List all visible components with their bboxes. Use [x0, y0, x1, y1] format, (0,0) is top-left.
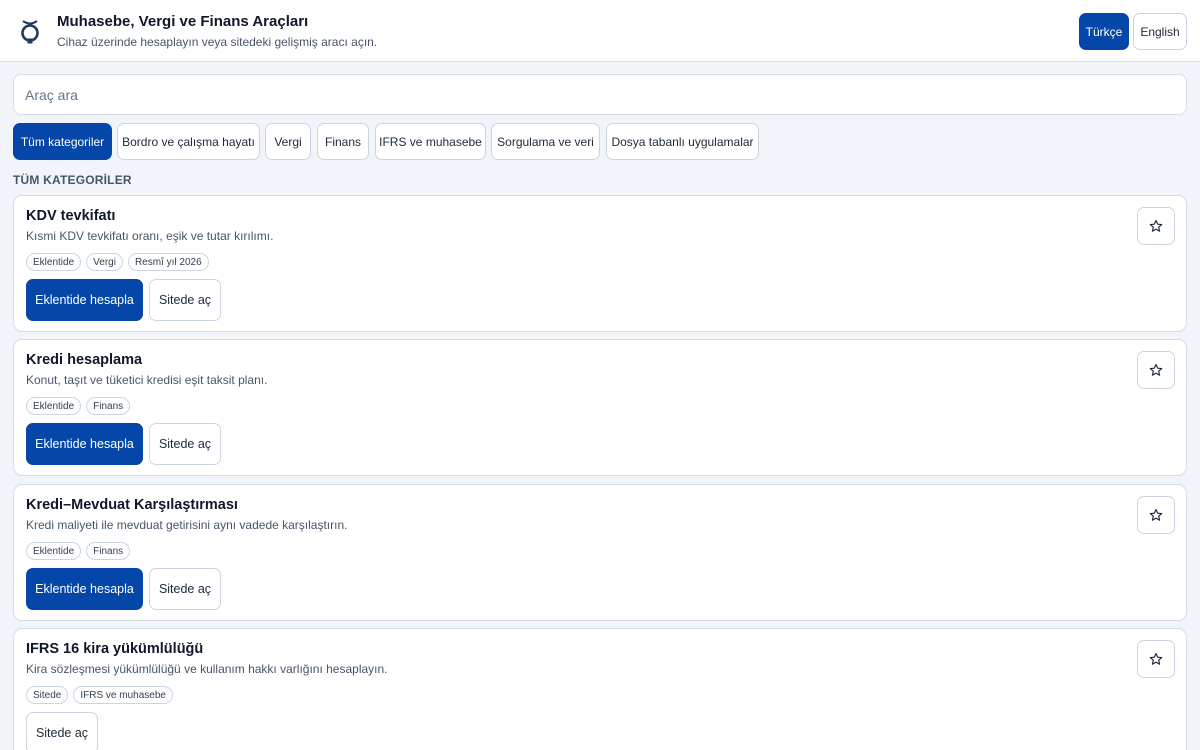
tag-badge: Vergi	[86, 253, 123, 271]
star-icon	[1149, 219, 1163, 232]
brand-logo-icon	[21, 20, 39, 44]
calculate-in-extension-button[interactable]: Eklentide hesapla	[26, 279, 143, 321]
tag-badge: Sitede	[26, 686, 69, 704]
open-on-site-button[interactable]: Sitede aç	[149, 423, 221, 465]
open-on-site-button[interactable]: Sitede aç	[149, 279, 221, 321]
tool-description: Konut, taşıt ve tüketici kredisi eşit ta…	[26, 373, 268, 387]
tool-tags: Eklentide Finans	[26, 542, 131, 560]
favorite-button[interactable]	[1137, 207, 1175, 245]
open-on-site-button[interactable]: Sitede aç	[149, 568, 221, 610]
tag-badge: Finans	[86, 397, 131, 415]
star-icon	[1149, 363, 1163, 376]
tool-title: IFRS 16 kira yükümlülüğü	[26, 641, 204, 657]
tool-card: IFRS 16 kira yükümlülüğü Kira sözleşmesi…	[13, 628, 1187, 750]
tag-badge: Resmî yıl 2026	[127, 253, 209, 271]
tool-card: KDV tevkifatı Kısmi KDV tevkifatı oranı,…	[13, 195, 1187, 332]
tool-title: Kredi–Mevduat Karşılaştırması	[26, 497, 238, 513]
app-subtitle: Cihaz üzerinde hesaplayın veya sitedeki …	[57, 35, 378, 49]
tag-badge: Finans	[86, 542, 131, 560]
favorite-button[interactable]	[1137, 640, 1175, 678]
category-chip-ifrs[interactable]: IFRS ve muhasebe	[375, 123, 486, 160]
app-title: Muhasebe, Vergi ve Finans Araçları	[57, 13, 309, 30]
app-header: Muhasebe, Vergi ve Finans Araçları Cihaz…	[0, 0, 1200, 62]
search-input[interactable]	[13, 74, 1187, 115]
tag-badge: IFRS ve muhasebe	[73, 686, 173, 704]
calculate-in-extension-button[interactable]: Eklentide hesapla	[26, 423, 143, 465]
tool-title: KDV tevkifatı	[26, 208, 116, 224]
star-icon	[1149, 508, 1163, 521]
tool-card: Kredi hesaplama Konut, taşıt ve tüketici…	[13, 339, 1187, 476]
tool-card: Kredi–Mevduat Karşılaştırması Kredi mali…	[13, 484, 1187, 621]
category-chip-all[interactable]: Tüm kategoriler	[13, 123, 112, 160]
category-chip-tax[interactable]: Vergi	[265, 123, 311, 160]
tool-title: Kredi hesaplama	[26, 352, 143, 368]
category-chip-payroll[interactable]: Bordro ve çalışma hayatı	[117, 123, 260, 160]
tag-badge: Eklentide	[26, 397, 82, 415]
calculate-in-extension-button[interactable]: Eklentide hesapla	[26, 568, 143, 610]
open-on-site-button[interactable]: Sitede aç	[26, 712, 98, 750]
favorite-button[interactable]	[1137, 351, 1175, 389]
category-chip-finance[interactable]: Finans	[317, 123, 369, 160]
language-english-button[interactable]: English	[1133, 13, 1187, 50]
favorite-button[interactable]	[1137, 496, 1175, 534]
tool-tags: Sitede IFRS ve muhasebe	[26, 686, 173, 704]
category-chip-file-based[interactable]: Dosya tabanlı uygulamalar	[606, 123, 759, 160]
tool-tags: Eklentide Finans	[26, 397, 131, 415]
tool-description: Kısmi KDV tevkifatı oranı, eşik ve tutar…	[26, 229, 274, 243]
tool-description: Kira sözleşmesi yükümlülüğü ve kullanım …	[26, 662, 388, 676]
tag-badge: Eklentide	[26, 542, 82, 560]
tool-tags: Eklentide Vergi Resmî yıl 2026	[26, 253, 209, 271]
star-icon	[1149, 652, 1163, 665]
language-turkish-button[interactable]: Türkçe	[1079, 13, 1129, 50]
section-title: TÜM KATEGORİLER	[13, 173, 132, 187]
tool-description: Kredi maliyeti ile mevduat getirisini ay…	[26, 518, 348, 532]
category-chip-query[interactable]: Sorgulama ve veri	[491, 123, 600, 160]
tag-badge: Eklentide	[26, 253, 82, 271]
